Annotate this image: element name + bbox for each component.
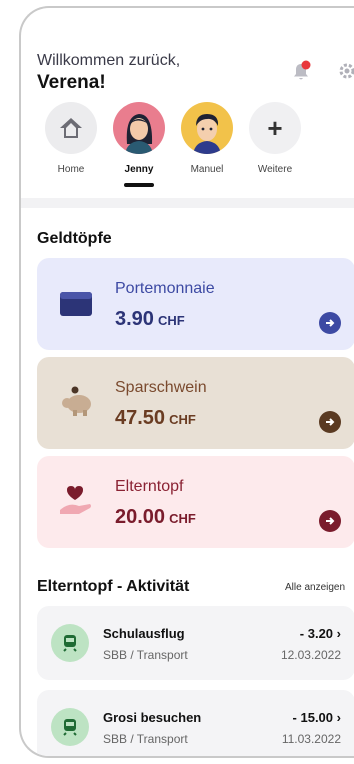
user-name: Verena! bbox=[37, 72, 106, 93]
profile-switcher: Home Jenny Manuel + Weitere bbox=[37, 102, 309, 187]
arrow-right-icon[interactable] bbox=[319, 411, 341, 433]
section-divider bbox=[21, 198, 354, 208]
activity-section-title: Elterntopf - Aktivität bbox=[37, 578, 190, 595]
phone-frame: Willkommen zurück, Verena! Home Jenny Ma… bbox=[19, 6, 354, 758]
activity-row[interactable]: Schulausflug SBB / Transport - 3.20 › 12… bbox=[37, 606, 354, 680]
pot-label: Portemonnaie bbox=[115, 280, 215, 297]
manuel-avatar-icon bbox=[193, 114, 221, 154]
pot-amount: 20.00 CHF bbox=[115, 506, 196, 528]
profile-label-more: Weitere bbox=[257, 164, 293, 175]
arrow-right-icon[interactable] bbox=[319, 510, 341, 532]
notification-bell-icon[interactable] bbox=[291, 60, 311, 82]
activity-amount: - 15.00 › bbox=[292, 710, 341, 725]
activity-title: Grosi besuchen bbox=[103, 710, 202, 725]
arrow-right-icon[interactable] bbox=[319, 312, 341, 334]
manuel-avatar bbox=[181, 102, 233, 154]
home-icon bbox=[60, 118, 82, 138]
activity-row[interactable]: Grosi besuchen SBB / Transport - 15.00 ›… bbox=[37, 690, 354, 756]
activity-amount: - 3.20 › bbox=[299, 626, 341, 641]
profile-more[interactable]: + Weitere bbox=[241, 102, 309, 187]
pot-card-sparschwein[interactable]: Sparschwein 47.50 CHF bbox=[37, 357, 354, 449]
profile-home[interactable]: Home bbox=[37, 102, 105, 187]
pot-label: Elterntopf bbox=[115, 478, 184, 495]
pot-label: Sparschwein bbox=[115, 379, 207, 396]
train-icon bbox=[51, 624, 89, 662]
activity-date: 12.03.2022 bbox=[280, 648, 341, 662]
plus-icon: + bbox=[249, 102, 301, 154]
activity-subtitle: SBB / Transport bbox=[103, 648, 188, 662]
welcome-header: Willkommen zurück, Verena! bbox=[37, 52, 180, 94]
settings-gear-icon[interactable] bbox=[337, 61, 354, 81]
chevron-right-icon: › bbox=[336, 710, 341, 725]
pots-section-title: Geldtöpfe bbox=[37, 230, 112, 247]
heart-hand-icon bbox=[60, 486, 91, 514]
app-screen: Willkommen zurück, Verena! Home Jenny Ma… bbox=[21, 8, 354, 756]
chevron-right-icon: › bbox=[336, 626, 341, 641]
piggy-bank-icon bbox=[62, 386, 91, 416]
profile-label-home: Home bbox=[57, 164, 85, 175]
pot-card-elterntopf[interactable]: Elterntopf 20.00 CHF bbox=[37, 456, 354, 548]
activity-title: Schulausflug bbox=[103, 626, 185, 641]
activity-subtitle: SBB / Transport bbox=[103, 732, 188, 746]
notification-dot bbox=[301, 60, 311, 70]
profile-manuel[interactable]: Manuel bbox=[173, 102, 241, 187]
active-profile-indicator bbox=[124, 183, 154, 187]
pot-card-portemonnaie[interactable]: Portemonnaie 3.90 CHF bbox=[37, 258, 354, 350]
greeting-text: Willkommen zurück, bbox=[37, 52, 181, 69]
jenny-avatar-icon bbox=[125, 114, 153, 154]
jenny-avatar bbox=[113, 102, 165, 154]
activity-date: 11.03.2022 bbox=[281, 732, 341, 746]
train-icon bbox=[51, 708, 89, 746]
home-avatar bbox=[45, 102, 97, 154]
profile-label-manuel: Manuel bbox=[190, 164, 224, 175]
profile-label-jenny: Jenny bbox=[124, 164, 154, 175]
pot-amount: 47.50 CHF bbox=[115, 407, 196, 429]
profile-jenny[interactable]: Jenny bbox=[105, 102, 173, 187]
wallet-icon bbox=[60, 292, 92, 316]
show-all-link[interactable]: Alle anzeigen bbox=[285, 582, 345, 593]
pot-amount: 3.90 CHF bbox=[115, 308, 185, 330]
